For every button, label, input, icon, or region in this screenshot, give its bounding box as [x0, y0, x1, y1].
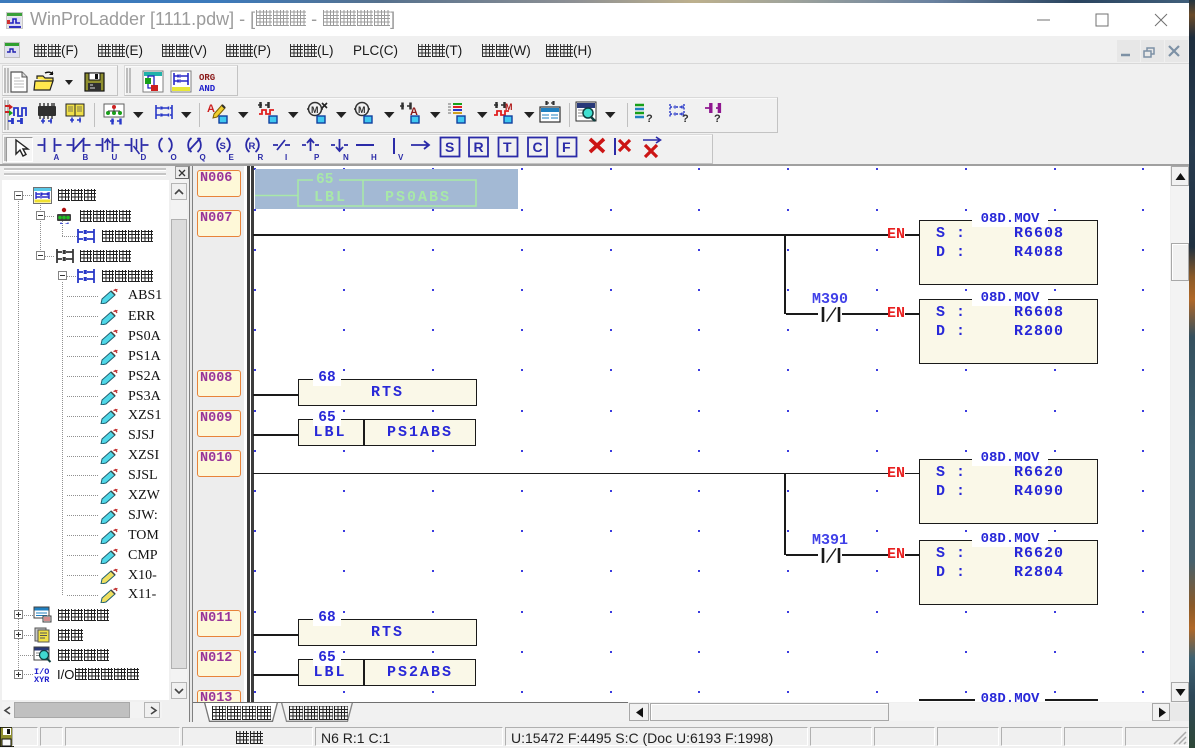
svg-text:?: ? [682, 113, 689, 125]
svg-text:N: N [343, 153, 349, 162]
svg-text:M: M [358, 105, 366, 115]
svg-text:LBL: LBL [314, 189, 347, 206]
svg-text:F: F [562, 139, 571, 155]
svg-text:R: R [474, 139, 484, 155]
svg-text:R: R [258, 153, 264, 162]
svg-text:P: P [314, 153, 320, 162]
svg-text:M: M [311, 105, 319, 115]
svg-text:D: D [141, 153, 147, 162]
svg-text:?: ? [646, 113, 653, 125]
svg-text:U: U [112, 153, 118, 162]
svg-text:I: I [285, 153, 287, 162]
svg-text:A: A [207, 103, 215, 115]
svg-text:PS0ABS: PS0ABS [385, 189, 451, 206]
svg-text:AND: AND [199, 84, 216, 94]
svg-text:A: A [54, 153, 60, 162]
svg-text:B: B [83, 153, 89, 162]
svg-text:XYR: XYR [34, 675, 50, 683]
svg-text:Q: Q [200, 153, 206, 162]
svg-text:V: V [398, 153, 404, 162]
svg-text:M391: M391 [812, 532, 848, 549]
svg-text:R: R [249, 141, 256, 152]
svg-text:H: H [371, 153, 377, 162]
svg-text:65: 65 [316, 172, 333, 188]
svg-text:?: ? [714, 113, 721, 125]
svg-text:C: C [533, 139, 543, 155]
svg-text:M390: M390 [812, 291, 848, 308]
svg-text:T: T [503, 139, 512, 155]
svg-text:O: O [171, 153, 177, 162]
svg-text:ORG: ORG [199, 73, 215, 83]
svg-text:E: E [229, 153, 235, 162]
svg-text:S: S [220, 141, 226, 152]
svg-text:S: S [445, 139, 454, 155]
